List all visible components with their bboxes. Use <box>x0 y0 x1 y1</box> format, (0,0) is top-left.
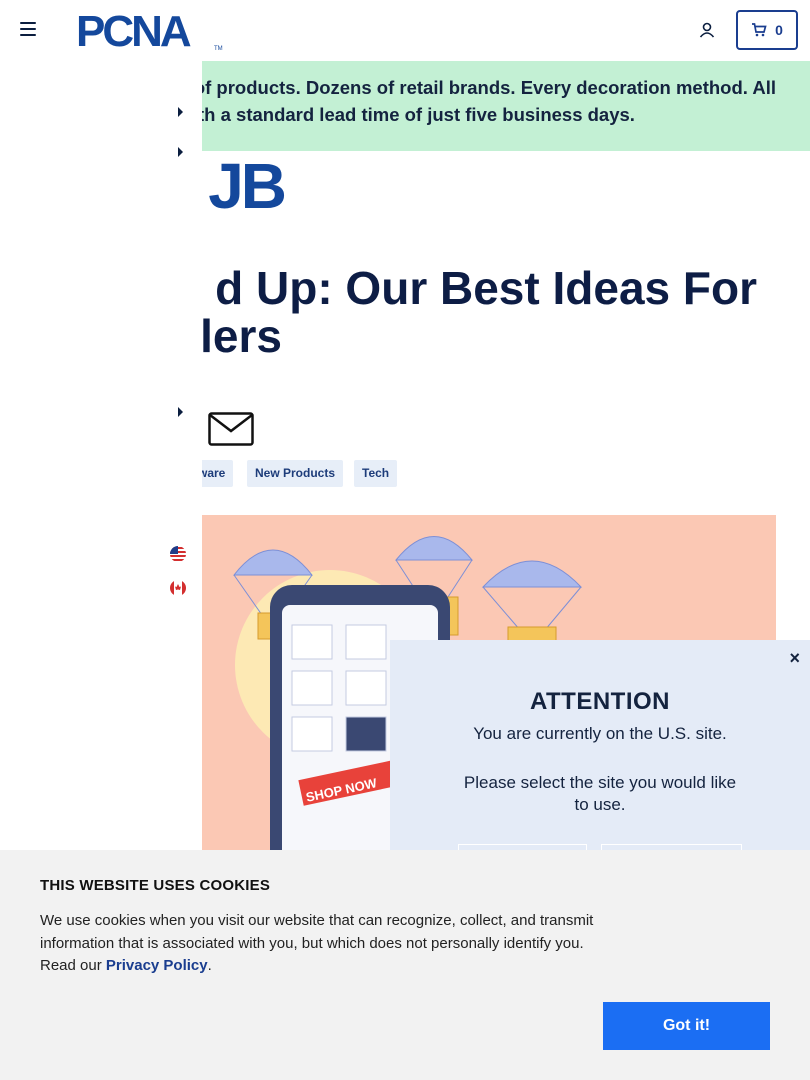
menu-icon[interactable] <box>20 22 36 38</box>
tag-tech[interactable]: Tech <box>354 460 398 487</box>
got-it-button[interactable]: Got it! <box>603 1002 770 1050</box>
pcna-logo[interactable]: PCNA TM <box>76 8 226 52</box>
us-flag-icon[interactable] <box>170 546 186 562</box>
modal-current-site-text: You are currently on the U.S. site. <box>473 724 727 743</box>
site-header: PCNA TM 0 <box>0 0 810 60</box>
svg-text:TM: TM <box>214 46 223 52</box>
svg-text:PCNA: PCNA <box>76 8 191 52</box>
banner-line-2: th a standard lead time of just five bus… <box>198 104 635 125</box>
close-icon[interactable]: × <box>789 648 800 669</box>
menu-expand-chevron-icon[interactable] <box>178 107 183 117</box>
privacy-policy-link[interactable]: Privacy Policy <box>106 957 208 974</box>
cart-count: 0 <box>775 22 783 38</box>
cart-icon <box>752 23 767 37</box>
cookie-banner: THIS WEBSITE USES COOKIES We use cookies… <box>0 850 810 1080</box>
modal-title: ATTENTION <box>529 688 671 715</box>
cookie-body-end: . <box>207 957 212 974</box>
canada-flag-icon[interactable] <box>170 580 186 596</box>
tag-new-products[interactable]: New Products <box>247 460 344 487</box>
menu-expand-chevron-icon[interactable] <box>178 147 183 157</box>
menu-expand-chevron-icon[interactable] <box>178 407 183 417</box>
account-icon[interactable] <box>698 21 716 39</box>
cart-button[interactable]: 0 <box>736 10 798 50</box>
modal-select-site-text: Please select the site you would like to… <box>463 773 737 814</box>
site-selection-modal: × ATTENTION You are currently on the U.S… <box>390 640 810 880</box>
banner-line-1: ls of products. Dozens of retail brands.… <box>173 77 776 98</box>
email-share-icon[interactable] <box>208 412 254 446</box>
cookie-text: We use cookies when you visit our websit… <box>40 910 600 978</box>
cookie-title: THIS WEBSITE USES COOKIES <box>40 877 271 894</box>
